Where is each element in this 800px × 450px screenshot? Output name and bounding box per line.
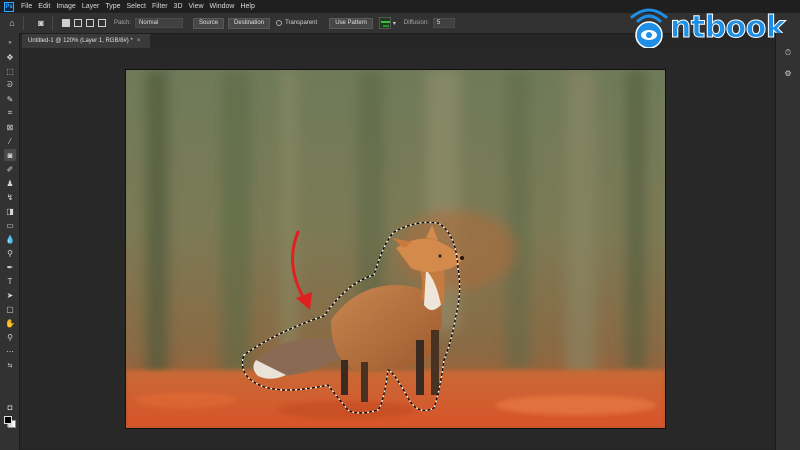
- swap-colors-icon[interactable]: ⇆: [4, 359, 16, 371]
- brand-text: ntbook: [669, 9, 786, 45]
- menu-window[interactable]: Window: [207, 3, 238, 10]
- source-button[interactable]: Source: [193, 17, 225, 29]
- destination-button[interactable]: Destination: [228, 17, 271, 29]
- pen-tool-icon[interactable]: ✒: [4, 261, 16, 273]
- document-tab-title: Untitled-1 @ 120% (Layer 1, RGB/8#) *: [28, 38, 133, 44]
- patch-mode-select[interactable]: Normal: [135, 18, 184, 28]
- document-tab[interactable]: Untitled-1 @ 120% (Layer 1, RGB/8#) * ×: [22, 34, 150, 48]
- menu-filter[interactable]: Filter: [149, 3, 171, 10]
- hand-tool-icon[interactable]: ✋: [4, 317, 16, 329]
- dodge-tool-icon[interactable]: ⚲: [4, 247, 16, 259]
- path-selection-tool-icon[interactable]: ➤: [4, 289, 16, 301]
- quick-selection-tool-icon[interactable]: ✎: [4, 93, 16, 105]
- menu-select[interactable]: Select: [124, 3, 149, 10]
- new-selection-icon[interactable]: [62, 19, 70, 27]
- add-to-selection-icon[interactable]: [74, 19, 82, 27]
- gradient-tool-icon[interactable]: ▭: [4, 219, 16, 231]
- fox-photo: [126, 70, 665, 428]
- photoshop-logo[interactable]: Ps: [4, 1, 14, 12]
- menu-file[interactable]: File: [18, 3, 35, 10]
- zoom-tool-icon[interactable]: ⚲: [4, 331, 16, 343]
- brand-eye-icon: [630, 8, 668, 49]
- diffusion-label: Diffusion:: [403, 20, 429, 26]
- eraser-tool-icon[interactable]: ◨: [4, 205, 16, 217]
- destination-label: Destination: [234, 20, 265, 26]
- diffusion-value: 5: [436, 20, 441, 26]
- crop-tool-icon[interactable]: ⌗: [4, 107, 16, 119]
- history-brush-tool-icon[interactable]: ↯: [4, 191, 16, 203]
- eyedropper-tool-icon[interactable]: ⁄: [4, 135, 16, 147]
- patch-mode-value: Normal: [139, 20, 159, 26]
- use-pattern-label: Use Pattern: [335, 20, 367, 26]
- brand-logo: ntbook: [628, 4, 786, 50]
- rectangle-tool-icon[interactable]: ▢: [4, 303, 16, 315]
- right-panel-dock: ⏱ ⚙: [775, 33, 800, 450]
- source-label: Source: [199, 20, 219, 26]
- patch-label: Patch:: [114, 20, 132, 26]
- subtract-from-selection-icon[interactable]: [86, 19, 94, 27]
- transparent-checkbox[interactable]: [276, 20, 283, 26]
- properties-panel-icon[interactable]: ⚙: [782, 67, 794, 79]
- menu-type[interactable]: Type: [102, 3, 123, 10]
- tools-panel: » ✥ ⬚ ᘐ ✎ ⌗ ⊠ ⁄ ◙ ✐ ♟ ↯ ◨ ▭ 💧 ⚲ ✒ T ➤ ▢ …: [0, 33, 20, 450]
- menu-image[interactable]: Image: [53, 3, 78, 10]
- foreground-color-swatch[interactable]: [4, 416, 12, 424]
- document-canvas[interactable]: [126, 70, 665, 428]
- menu-help[interactable]: Help: [237, 3, 257, 10]
- divider: [52, 16, 53, 30]
- clone-stamp-tool-icon[interactable]: ♟: [4, 177, 16, 189]
- brush-tool-icon[interactable]: ✐: [4, 163, 16, 175]
- lasso-tool-icon[interactable]: ᘐ: [4, 79, 16, 91]
- menu-3d[interactable]: 3D: [171, 3, 186, 10]
- transparent-label: Transparent: [285, 20, 318, 26]
- intersect-selection-icon[interactable]: [98, 19, 106, 27]
- home-icon[interactable]: ⌂: [6, 17, 18, 29]
- menu-layer[interactable]: Layer: [79, 3, 103, 10]
- history-panel-icon[interactable]: ⏱: [782, 47, 794, 59]
- marquee-tool-icon[interactable]: ⬚: [4, 65, 16, 77]
- diffusion-select[interactable]: 5: [432, 18, 455, 28]
- collapse-panel-icon[interactable]: »: [4, 37, 16, 49]
- pattern-swatch[interactable]: [378, 17, 391, 29]
- patch-tool-icon[interactable]: ◙: [4, 149, 16, 161]
- type-tool-icon[interactable]: T: [4, 275, 16, 287]
- menu-edit[interactable]: Edit: [35, 3, 53, 10]
- divider: [23, 16, 24, 30]
- frame-tool-icon[interactable]: ⊠: [4, 121, 16, 133]
- move-tool-icon[interactable]: ✥: [4, 51, 16, 63]
- close-icon[interactable]: ×: [137, 38, 141, 44]
- use-pattern-button[interactable]: Use Pattern: [329, 17, 373, 29]
- pattern-dropdown-icon[interactable]: ▾: [393, 20, 396, 27]
- blur-tool-icon[interactable]: 💧: [4, 233, 16, 245]
- menu-view[interactable]: View: [186, 3, 207, 10]
- more-tools-icon[interactable]: ⋯: [4, 345, 16, 357]
- patch-tool-preset-icon[interactable]: ◙: [35, 17, 47, 29]
- quick-mask-icon[interactable]: ◘: [4, 401, 16, 413]
